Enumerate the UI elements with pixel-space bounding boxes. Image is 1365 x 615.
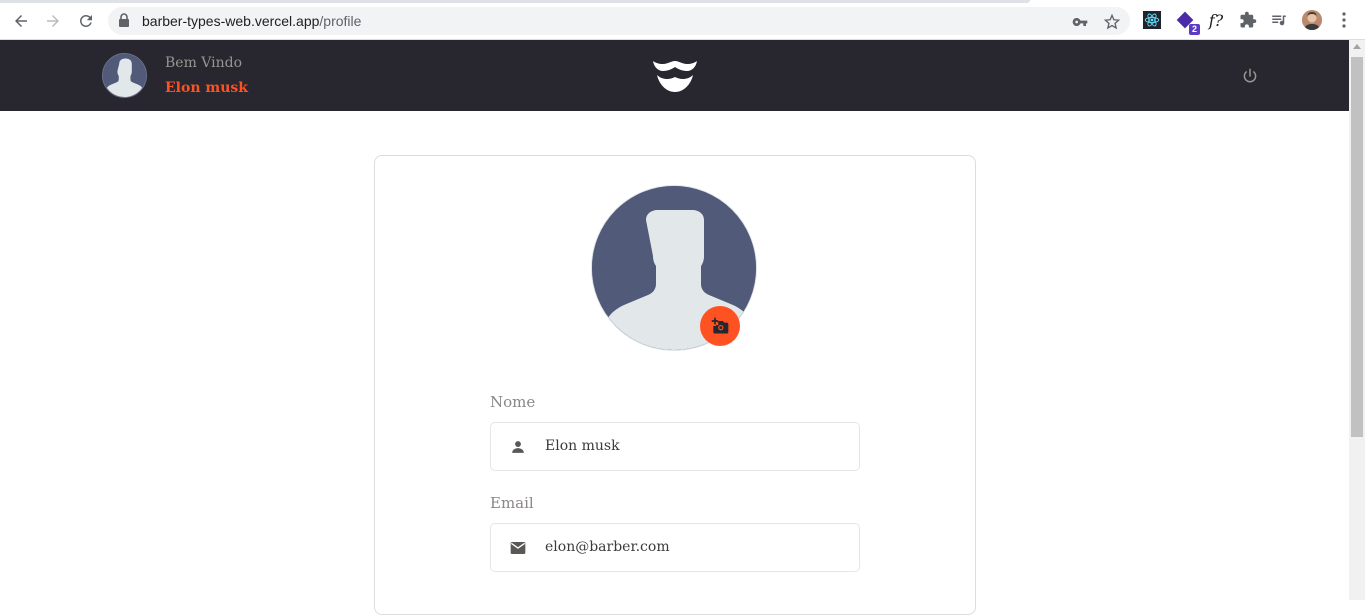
key-icon[interactable] xyxy=(1071,13,1089,31)
browser-profile-avatar[interactable] xyxy=(1302,10,1322,30)
extension-badge: 2 xyxy=(1188,24,1200,35)
formula-label: f? xyxy=(1208,10,1224,30)
back-button[interactable] xyxy=(9,9,33,33)
name-input[interactable]: Elon musk xyxy=(545,438,845,454)
kebab-menu-icon[interactable] xyxy=(1333,9,1355,31)
page-scrollbar[interactable] xyxy=(1349,40,1365,600)
mail-icon xyxy=(509,539,527,557)
reload-icon xyxy=(79,14,92,27)
person-icon xyxy=(509,438,527,456)
welcome-text: Bem Vindo xyxy=(165,55,243,71)
url-host: barber-types-web.vercel.app xyxy=(142,13,320,29)
scroll-up-arrow-icon[interactable] xyxy=(1353,44,1361,49)
arrow-right-icon xyxy=(47,15,59,27)
app-header: Bem Vindo Elon musk xyxy=(0,40,1349,111)
apollo-icon[interactable]: 2 xyxy=(1174,9,1200,35)
tab-strip-line xyxy=(0,0,1030,3)
arrow-left-icon xyxy=(15,15,27,27)
add-photo-camera-icon xyxy=(711,317,729,334)
url-text: barber-types-web.vercel.app/profile xyxy=(142,13,361,29)
user-silhouette-icon xyxy=(103,54,146,97)
name-field[interactable]: Elon musk xyxy=(490,422,860,471)
email-field[interactable]: elon@barber.com xyxy=(490,523,860,572)
scrollbar-thumb[interactable] xyxy=(1351,57,1363,437)
logout-button[interactable] xyxy=(1238,64,1262,88)
name-label: Nome xyxy=(490,393,536,411)
mustache-logo-icon[interactable] xyxy=(651,57,699,95)
change-avatar-button[interactable] xyxy=(700,306,740,346)
address-bar[interactable]: barber-types-web.vercel.app/profile xyxy=(108,7,1130,35)
puzzle-icon[interactable] xyxy=(1237,9,1259,31)
user-name-link[interactable]: Elon musk xyxy=(165,80,248,96)
formula-icon[interactable]: f? xyxy=(1205,9,1227,31)
star-icon[interactable] xyxy=(1103,13,1121,31)
media-playlist-icon[interactable] xyxy=(1268,9,1290,31)
forward-button[interactable] xyxy=(41,9,65,33)
reload-button[interactable] xyxy=(74,9,98,33)
lock-icon xyxy=(118,13,130,32)
header-avatar[interactable] xyxy=(102,53,147,98)
power-icon xyxy=(1243,68,1257,83)
email-label: Email xyxy=(490,494,534,512)
react-devtools-icon[interactable] xyxy=(1141,9,1163,31)
browser-toolbar: barber-types-web.vercel.app/profile 2 f? xyxy=(0,0,1365,40)
email-input[interactable]: elon@barber.com xyxy=(545,539,845,555)
url-path: /profile xyxy=(319,13,362,29)
